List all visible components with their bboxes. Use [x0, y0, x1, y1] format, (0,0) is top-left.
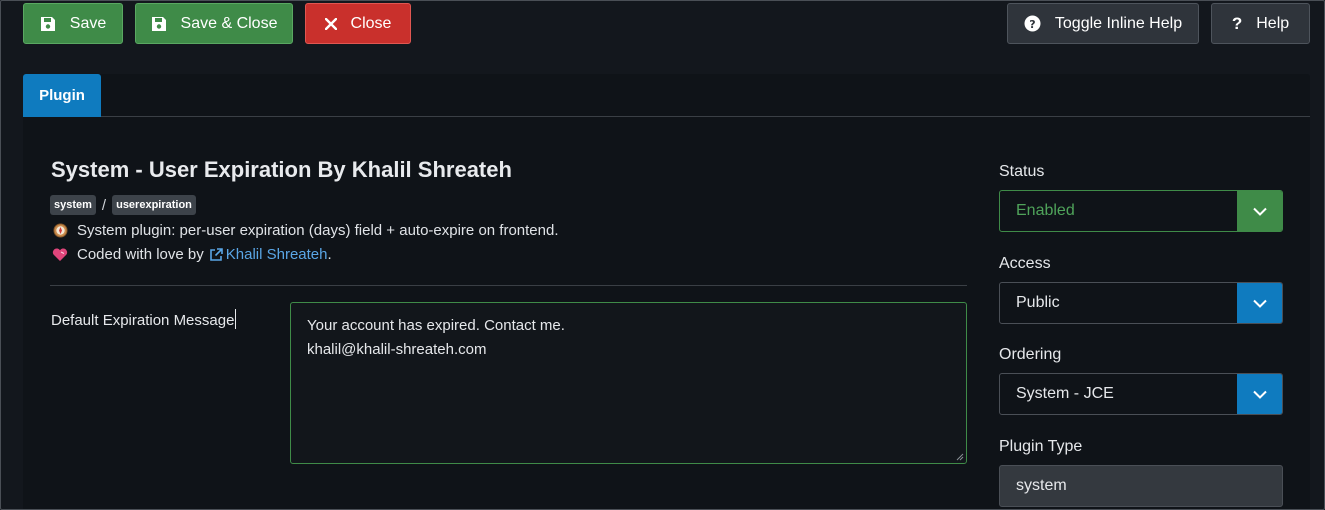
- expiration-message-textarea[interactable]: Your account has expired. Contact me. kh…: [290, 302, 967, 464]
- plugin-description: System plugin: per-user expiration (days…: [51, 222, 559, 239]
- plugin-badges: system / userexpiration: [50, 194, 196, 216]
- access-select[interactable]: Public: [999, 282, 1283, 324]
- badge-folder: system: [50, 195, 96, 215]
- credit-prefix: Coded with love by: [77, 246, 204, 263]
- status-select[interactable]: Enabled: [999, 190, 1283, 232]
- plugin-title: System - User Expiration By Khalil Shrea…: [51, 157, 512, 182]
- ordering-value: System - JCE: [1016, 385, 1114, 402]
- toggle-inline-help-button[interactable]: ? Toggle Inline Help: [1007, 3, 1199, 44]
- svg-text:?: ?: [1029, 18, 1035, 31]
- compass-icon: [51, 223, 69, 239]
- ordering-select[interactable]: System - JCE: [999, 373, 1283, 415]
- toggle-help-label: Toggle Inline Help: [1054, 14, 1183, 32]
- chevron-down-icon[interactable]: [1237, 191, 1282, 231]
- main-panel: Plugin System - User Expiration By Khali…: [23, 74, 1310, 509]
- description-text: System plugin: per-user expiration (days…: [77, 222, 559, 239]
- plugin-credit: Coded with love by Khalil Shreateh .: [51, 246, 332, 263]
- author-link-text: Khalil Shreateh: [225, 246, 328, 263]
- chevron-down-icon[interactable]: [1237, 374, 1282, 414]
- resize-grip-icon[interactable]: [956, 453, 964, 461]
- save-close-label: Save & Close: [180, 14, 278, 32]
- status-label: Status: [999, 163, 1045, 180]
- status-value: Enabled: [1016, 202, 1075, 219]
- plugin-edit-window: Save Save & Close Close ? Toggle Inline …: [0, 0, 1325, 510]
- question-mark-icon: ?: [1231, 13, 1243, 33]
- ordering-label: Ordering: [999, 346, 1062, 363]
- save-and-close-button[interactable]: Save & Close: [135, 3, 293, 44]
- author-link[interactable]: Khalil Shreateh: [209, 246, 328, 263]
- plugin-type-label: Plugin Type: [999, 438, 1083, 455]
- text-cursor: [235, 309, 237, 329]
- access-value: Public: [1016, 294, 1060, 311]
- divider: [50, 285, 967, 286]
- plugin-type-field: system: [999, 465, 1283, 507]
- save-label: Save: [69, 14, 107, 32]
- save-button[interactable]: Save: [23, 3, 123, 44]
- help-label: Help: [1256, 14, 1290, 32]
- expiration-message-label-text: Default Expiration Message: [51, 312, 235, 329]
- tab-bar: Plugin: [23, 74, 1310, 117]
- credit-suffix: .: [327, 246, 332, 263]
- help-button[interactable]: ? Help: [1211, 3, 1310, 44]
- close-label: Close: [350, 14, 392, 32]
- badge-element: userexpiration: [112, 195, 196, 215]
- expiration-message-label: Default Expiration Message: [51, 309, 237, 329]
- heart-icon: [51, 247, 69, 263]
- tab-plugin[interactable]: Plugin: [23, 74, 101, 117]
- floppy-disk-icon: [151, 16, 167, 32]
- chevron-down-icon[interactable]: [1237, 283, 1282, 323]
- badge-separator: /: [101, 196, 107, 214]
- floppy-disk-icon: [40, 16, 56, 32]
- external-link-icon: [209, 247, 223, 262]
- close-button[interactable]: Close: [305, 3, 411, 44]
- question-circle-icon: ?: [1024, 15, 1041, 32]
- close-icon: [324, 17, 337, 30]
- access-label: Access: [999, 255, 1051, 272]
